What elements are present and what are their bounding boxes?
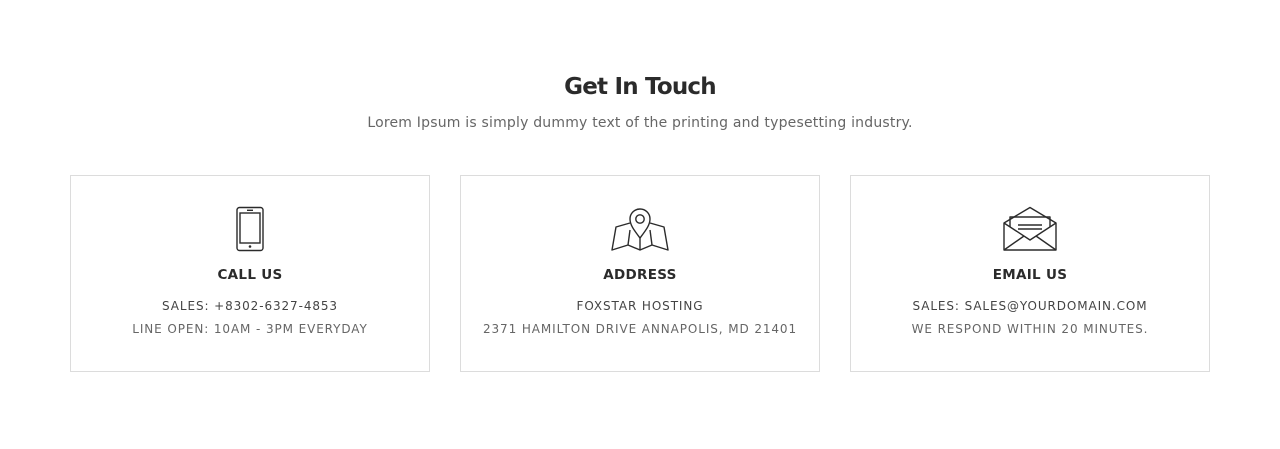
contact-card-email: EMAIL US SALES: SALES@YOURDOMAIN.COM WE … (850, 175, 1210, 372)
card-detail-primary: FOXSTAR HOSTING (576, 299, 704, 313)
contact-cards: CALL US SALES: +8302-6327-4853 LINE OPEN… (70, 175, 1210, 372)
smartphone-icon (71, 204, 429, 254)
card-title: CALL US (217, 267, 283, 283)
card-title: EMAIL US (992, 267, 1068, 283)
card-detail-primary: SALES: +8302-6327-4853 (162, 299, 338, 313)
card-detail-secondary: LINE OPEN: 10AM - 3PM EVERYDAY (132, 322, 368, 336)
section-title: Get In Touch (564, 74, 716, 100)
card-title: ADDRESS (603, 267, 677, 283)
card-detail-secondary: WE RESPOND WITHIN 20 MINUTES. (911, 322, 1149, 336)
envelope-open-icon (851, 204, 1209, 254)
card-detail-primary[interactable]: SALES: SALES@YOURDOMAIN.COM (851, 299, 1209, 313)
card-detail-secondary: 2371 HAMILTON DRIVE ANNAPOLIS, MD 21401 (482, 322, 797, 336)
contact-card-address: ADDRESS FOXSTAR HOSTING 2371 HAMILTON DR… (460, 175, 820, 372)
map-pin-icon (461, 204, 819, 254)
contact-card-call: CALL US SALES: +8302-6327-4853 LINE OPEN… (70, 175, 430, 372)
section-subtitle: Lorem Ipsum is simply dummy text of the … (367, 115, 913, 131)
